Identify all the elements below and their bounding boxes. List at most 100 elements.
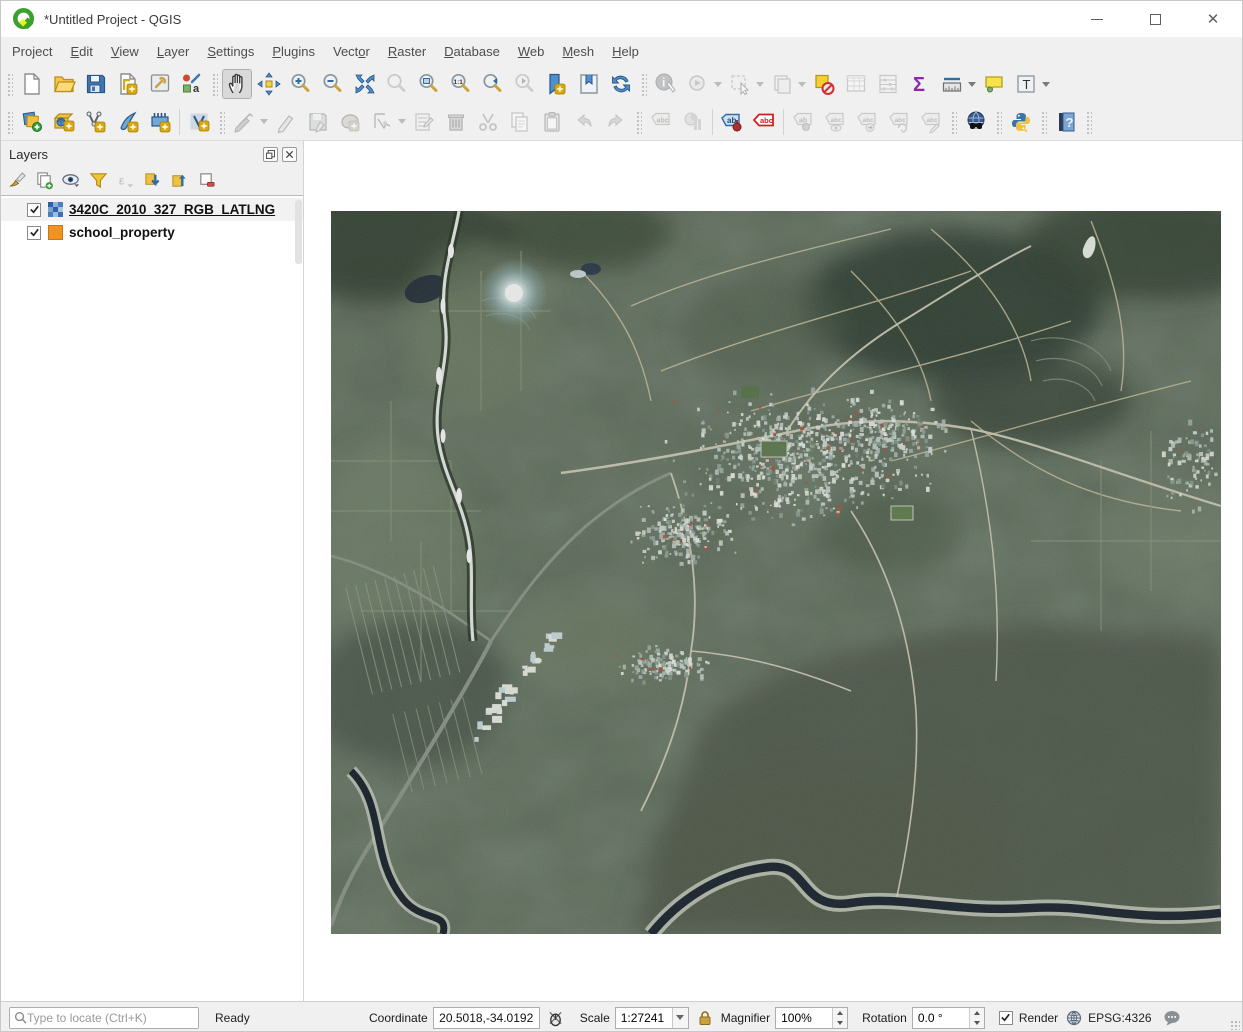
menu-view[interactable]: View [102,40,148,63]
toolbar-grip[interactable] [1085,110,1092,134]
menu-edit[interactable]: Edit [61,40,101,63]
panel-scrollbar[interactable] [295,200,302,264]
new-bookmark-button[interactable] [542,69,572,99]
current-edits-dropdown[interactable] [260,119,268,124]
menu-database[interactable]: Database [435,40,509,63]
crs-status[interactable]: EPSG:4326 [1088,1011,1151,1025]
copy-features-button[interactable] [505,107,535,137]
new-print-layout-button[interactable] [113,69,143,99]
run-feature-action-button[interactable] [683,69,713,99]
magnifier-input[interactable] [776,1008,832,1028]
select-features-button[interactable] [725,69,755,99]
add-vector-layer-button[interactable] [49,107,79,137]
statistical-summary-button[interactable] [873,69,903,99]
rotation-down-icon[interactable] [970,1018,984,1028]
layer-row-raster[interactable]: 3420C_2010_327_RGB_LATLNG [1,198,303,221]
menu-help[interactable]: Help [603,40,648,63]
deselect-features-button[interactable] [809,69,839,99]
metasearch-button[interactable] [961,107,991,137]
show-layout-manager-button[interactable] [145,69,175,99]
zoom-next-button[interactable] [510,69,540,99]
magnifier-spinbox[interactable] [775,1007,848,1029]
text-annotation-dropdown[interactable] [1042,82,1050,87]
layer-visibility-checkbox[interactable] [27,203,41,217]
new-shapefile-layer-button[interactable] [81,107,111,137]
toolbar-grip[interactable] [211,72,218,96]
select-by-form-dropdown[interactable] [798,82,806,87]
toolbar-grip[interactable] [6,72,13,96]
python-console-button[interactable] [1006,107,1036,137]
render-checkbox[interactable] [999,1011,1013,1025]
layer-name[interactable]: 3420C_2010_327_RGB_LATLNG [69,202,275,217]
scale-input[interactable] [616,1008,672,1028]
layer-visibility-checkbox[interactable] [27,226,41,240]
layer-name[interactable]: school_property [69,225,175,240]
run-feature-action-dropdown[interactable] [714,82,722,87]
magnifier-up-icon[interactable] [833,1008,847,1018]
menu-raster[interactable]: Raster [379,40,435,63]
rotation-input[interactable] [913,1008,969,1028]
menu-web[interactable]: Web [509,40,554,63]
menu-mesh[interactable]: Mesh [553,40,603,63]
show-hide-labels-button[interactable]: abc [820,107,850,137]
delete-selected-button[interactable] [441,107,471,137]
open-layer-styling-icon[interactable] [5,168,29,192]
redo-button[interactable] [601,107,631,137]
data-source-manager-button[interactable] [17,107,47,137]
maximize-button[interactable] [1126,1,1184,37]
toolbar-grip[interactable] [995,110,1002,134]
new-virtual-layer-button[interactable] [184,107,214,137]
magnifier-down-icon[interactable] [833,1018,847,1028]
rotation-up-icon[interactable] [970,1008,984,1018]
menu-settings[interactable]: Settings [198,40,263,63]
toolbar-grip[interactable] [218,110,225,134]
map-tips-button[interactable] [979,69,1009,99]
layer-diagram-button[interactable] [678,107,708,137]
toolbar-grip[interactable] [640,72,647,96]
paste-features-button[interactable] [537,107,567,137]
expand-all-icon[interactable] [140,168,164,192]
help-contents-button[interactable]: ? [1051,107,1081,137]
close-panel-icon[interactable] [282,147,297,162]
modify-attributes-button[interactable] [409,107,439,137]
change-label-button[interactable]: abc [916,107,946,137]
zoom-native-resolution-button[interactable]: 1:1 [446,69,476,99]
menu-layer[interactable]: Layer [148,40,199,63]
zoom-in-button[interactable] [286,69,316,99]
coordinate-input[interactable] [433,1007,540,1029]
layer-row-school-property[interactable]: school_property [1,221,303,244]
aerial-imagery[interactable] [331,211,1221,934]
toggle-editing-button[interactable] [271,107,301,137]
label-options-button[interactable]: abc [749,107,779,137]
identify-features-button[interactable]: i [651,69,681,99]
map-canvas[interactable] [304,141,1242,1001]
menu-project[interactable]: Project [3,40,61,63]
minimize-button[interactable] [1068,1,1126,37]
window-resize-grip[interactable] [1230,1020,1240,1030]
zoom-out-button[interactable] [318,69,348,99]
highlight-pinned-labels-button[interactable]: ab [788,107,818,137]
save-project-button[interactable] [81,69,111,99]
open-attribute-table-button[interactable] [841,69,871,99]
open-project-button[interactable] [49,69,79,99]
select-by-form-button[interactable] [767,69,797,99]
locator-input[interactable] [27,1011,194,1025]
add-group-icon[interactable] [32,168,56,192]
manage-map-themes-icon[interactable] [59,168,83,192]
filter-legend-icon[interactable] [86,168,110,192]
filter-by-expression-icon[interactable]: ε [113,168,137,192]
toolbar-grip[interactable] [635,110,642,134]
new-project-button[interactable] [17,69,47,99]
toggle-extents-mouse-icon[interactable] [546,1007,566,1029]
toolbar-grip[interactable] [950,110,957,134]
show-statistics-button[interactable]: Σ [905,69,935,99]
scale-dropdown-icon[interactable] [672,1008,688,1028]
zoom-to-layer-button[interactable] [414,69,444,99]
add-mesh-layer-button[interactable] [145,107,175,137]
move-label-button[interactable]: abc [852,107,882,137]
scale-combo[interactable] [615,1007,689,1029]
vertex-tool-dropdown[interactable] [398,119,406,124]
messages-icon[interactable] [1162,1007,1182,1029]
vertex-tool-button[interactable] [367,107,397,137]
remove-layer-icon[interactable] [194,168,218,192]
